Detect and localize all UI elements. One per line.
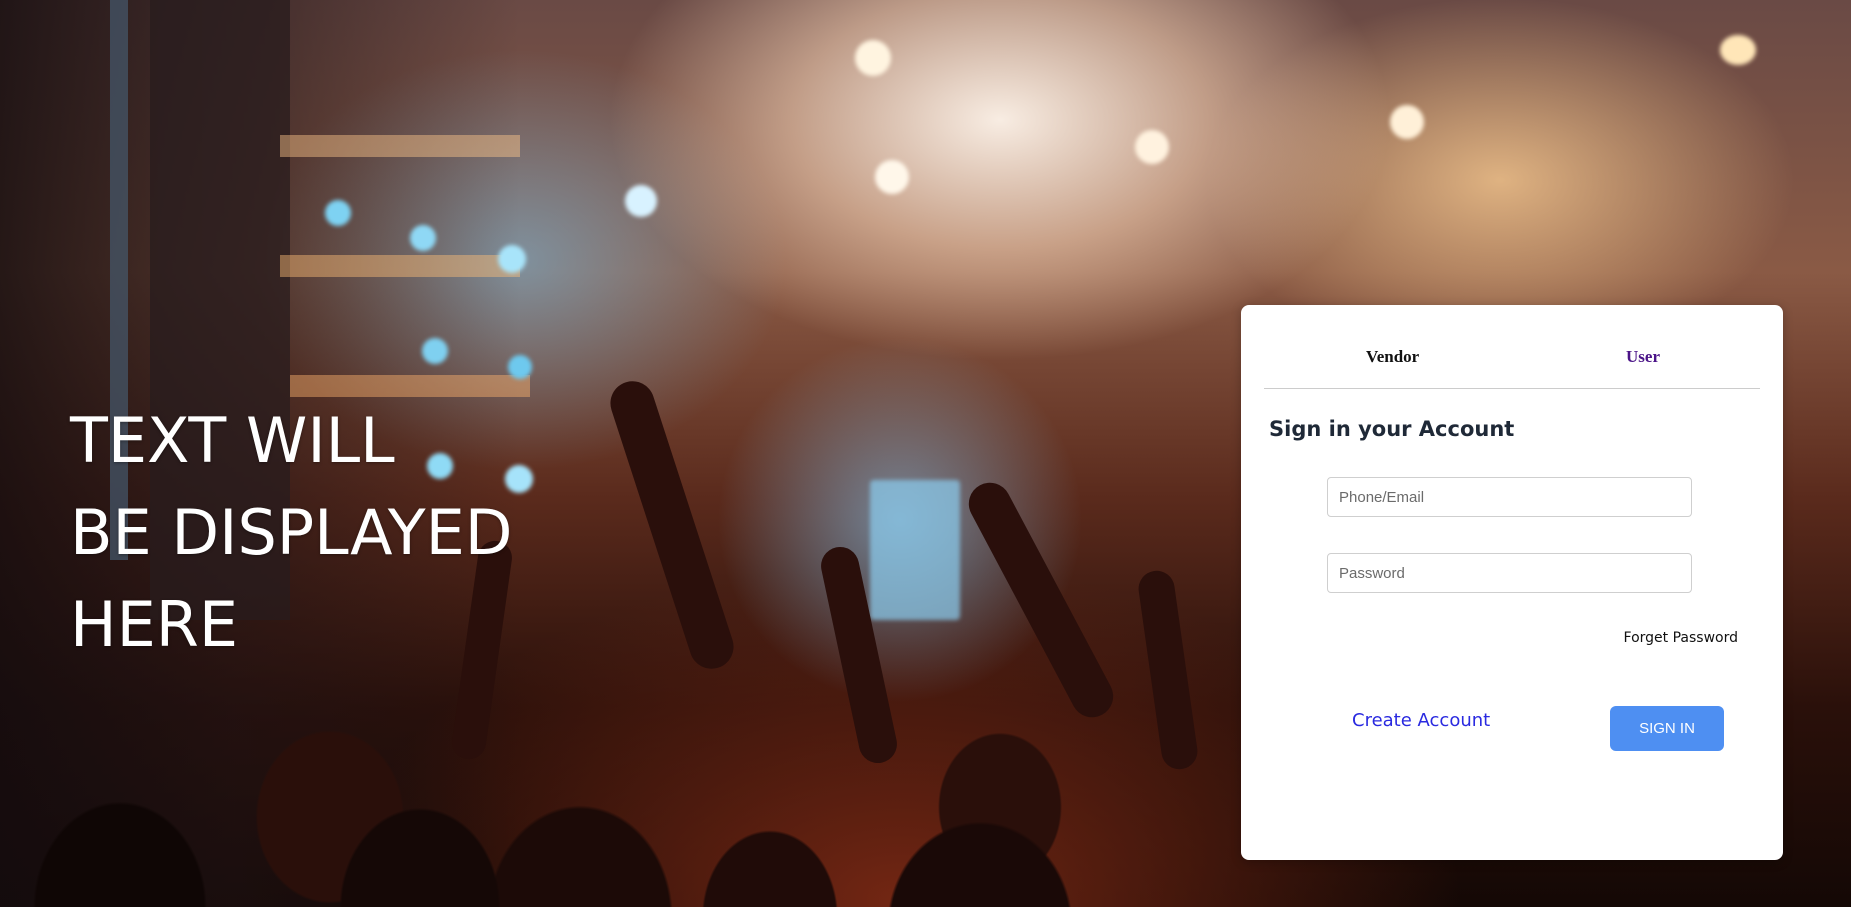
stage-light — [410, 225, 436, 251]
tab-vendor[interactable]: Vendor — [1366, 347, 1419, 367]
stage-light — [1135, 130, 1169, 164]
stage-light — [625, 185, 657, 217]
stage-light — [422, 338, 448, 364]
phone-email-input[interactable] — [1327, 477, 1692, 517]
stage-light — [875, 160, 909, 194]
hero-line: TEXT WILL — [70, 404, 395, 477]
tab-user[interactable]: User — [1626, 347, 1660, 367]
hero-line: BE DISPLAYED — [70, 496, 513, 569]
truss-beam — [280, 135, 520, 157]
stage-light — [1390, 105, 1424, 139]
stage-light — [325, 200, 351, 226]
stage-light — [1720, 35, 1756, 65]
forget-password-link[interactable]: Forget Password — [1624, 630, 1738, 646]
sign-in-title: Sign in your Account — [1269, 417, 1515, 441]
hero-text: TEXT WILL BE DISPLAYED HERE — [70, 395, 550, 671]
truss-beam — [280, 255, 520, 277]
sign-in-button[interactable]: SIGN IN — [1610, 706, 1724, 751]
stage-light — [855, 40, 891, 76]
login-page: TEXT WILL BE DISPLAYED HERE Vendor User … — [0, 0, 1851, 907]
password-input[interactable] — [1327, 553, 1692, 593]
truss-beam — [290, 375, 530, 397]
create-account-link[interactable]: Create Account — [1352, 710, 1490, 731]
login-card: Vendor User Sign in your Account Forget … — [1241, 305, 1783, 860]
hero-line: HERE — [70, 588, 239, 661]
stage-light — [498, 245, 526, 273]
stage-light — [508, 355, 532, 379]
account-type-tabs: Vendor User — [1264, 305, 1760, 389]
